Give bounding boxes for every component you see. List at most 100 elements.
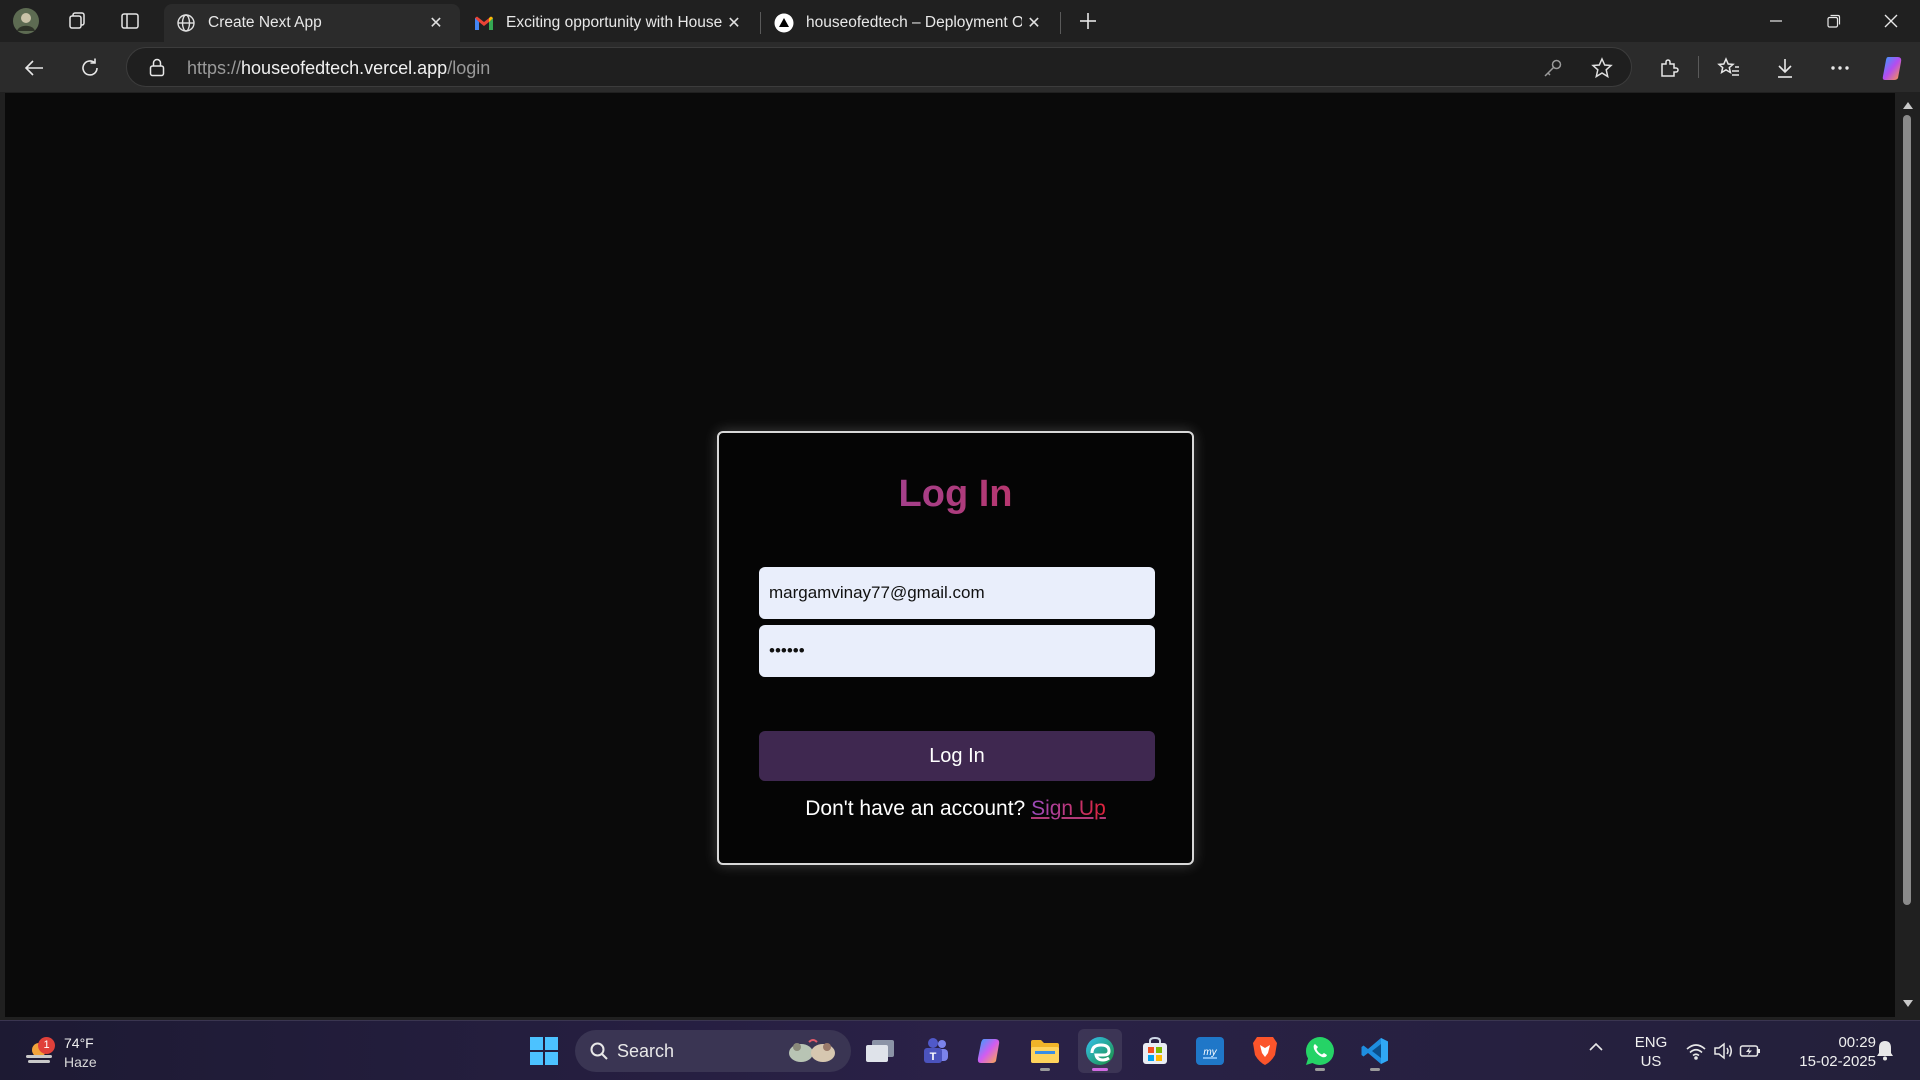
back-icon: [24, 60, 43, 76]
password-field[interactable]: [759, 625, 1155, 677]
restore-button[interactable]: [1805, 0, 1863, 42]
svg-text:T: T: [930, 1051, 937, 1063]
vertical-tabs-icon[interactable]: [113, 5, 147, 37]
running-indicator: [1040, 1068, 1050, 1071]
battery-charging-icon: [1739, 1045, 1760, 1057]
scroll-up-icon[interactable]: [1902, 101, 1914, 110]
search-label: Search: [617, 1040, 675, 1061]
volume-icon: [1714, 1042, 1732, 1060]
extensions-icon: [1661, 59, 1679, 77]
scroll-down-icon[interactable]: [1902, 999, 1914, 1008]
globe-icon: [177, 14, 195, 32]
teams-icon: T: [924, 1038, 948, 1063]
close-icon[interactable]: ✕: [424, 11, 448, 35]
login-title: Log In: [719, 473, 1192, 516]
weather-widget[interactable]: 1 74°F Haze: [20, 1031, 130, 1075]
signup-prompt: Don't have an account?: [805, 797, 1026, 820]
page-viewport: Log In Log In Don't have an account? Sig…: [5, 93, 1895, 1017]
scroll-thumb[interactable]: [1903, 115, 1911, 905]
copilot-icon: [1882, 57, 1902, 80]
favorite-star-icon[interactable]: [1591, 57, 1613, 79]
teams-button[interactable]: T: [913, 1029, 957, 1073]
toolbar-separator: [1698, 56, 1699, 78]
tab-title: Create Next App: [208, 14, 322, 31]
login-button[interactable]: Log In: [759, 731, 1155, 781]
signup-prompt-line: Don't have an account? Sign Up: [719, 797, 1192, 821]
clock-time: 00:29: [1838, 1034, 1876, 1051]
new-tab-icon[interactable]: [1071, 5, 1105, 37]
task-view-icon: [866, 1040, 894, 1062]
clock[interactable]: 00:29 15-02-2025: [1780, 1033, 1876, 1071]
tab-title: houseofedtech – Deployment Ov: [806, 14, 1022, 31]
taskbar-search[interactable]: Search: [575, 1030, 851, 1072]
gmail-icon: [475, 16, 493, 30]
copilot-button[interactable]: [1875, 50, 1911, 86]
more-button[interactable]: [1822, 50, 1858, 86]
myhp-button[interactable]: my: [1188, 1029, 1232, 1073]
running-indicator: [1370, 1068, 1380, 1071]
language-indicator[interactable]: ENG US: [1628, 1033, 1674, 1071]
language-region: US: [1640, 1053, 1662, 1070]
task-view-button[interactable]: [858, 1029, 902, 1073]
copilot-taskbar-button[interactable]: [968, 1029, 1012, 1073]
copilot-icon: [977, 1039, 1000, 1063]
edge-icon: [1086, 1037, 1114, 1065]
tab-separator: [760, 12, 761, 34]
email-field[interactable]: [759, 567, 1155, 619]
notification-bell-icon[interactable]: [1876, 1039, 1894, 1066]
whatsapp-button[interactable]: [1298, 1029, 1342, 1073]
close-icon[interactable]: ✕: [722, 11, 746, 35]
more-icon: [1831, 66, 1849, 70]
weather-condition: Haze: [64, 1054, 97, 1070]
myhp-icon: my: [1196, 1037, 1224, 1065]
tab-gmail[interactable]: Exciting opportunity with House c ✕: [462, 4, 758, 42]
minimize-button[interactable]: [1747, 0, 1805, 42]
back-button[interactable]: [16, 50, 52, 86]
url-path: /login: [447, 58, 491, 78]
windows-start-icon: [530, 1037, 558, 1065]
weather-badge: 1: [38, 1037, 55, 1054]
windows-taskbar: 1 74°F Haze Search T my ENG US 00:29 15-…: [0, 1020, 1920, 1080]
browser-title-bar: Create Next App ✕ Exciting opportunity w…: [0, 0, 1920, 42]
page-scrollbar[interactable]: [1896, 93, 1920, 1017]
tab-create-next-app[interactable]: Create Next App ✕: [164, 4, 460, 42]
edge-button[interactable]: [1078, 1029, 1122, 1073]
quick-settings[interactable]: [1685, 1037, 1761, 1065]
signup-link[interactable]: Sign Up: [1031, 797, 1106, 820]
address-bar[interactable]: https://houseofedtech.vercel.app/login: [126, 47, 1632, 87]
refresh-button[interactable]: [72, 50, 108, 86]
running-indicator: [1315, 1068, 1325, 1071]
tab-vercel[interactable]: houseofedtech – Deployment Ov ✕: [762, 4, 1058, 42]
vscode-button[interactable]: [1353, 1029, 1397, 1073]
key-icon[interactable]: [1543, 58, 1563, 78]
refresh-icon: [82, 58, 98, 76]
profile-avatar-icon[interactable]: [9, 5, 43, 37]
workspaces-icon[interactable]: [60, 5, 94, 37]
svg-text:my: my: [1203, 1047, 1217, 1058]
url-text[interactable]: https://houseofedtech.vercel.app/login: [187, 58, 490, 79]
downloads-button[interactable]: [1767, 50, 1803, 86]
favorites-icon: [1717, 57, 1739, 76]
start-button[interactable]: [522, 1029, 566, 1073]
downloads-icon: [1778, 59, 1792, 78]
clock-date: 15-02-2025: [1799, 1053, 1876, 1070]
lock-icon[interactable]: [149, 58, 165, 77]
url-protocol: https://: [187, 58, 242, 78]
close-window-button[interactable]: [1862, 0, 1920, 42]
search-highlight-icon: [789, 1039, 835, 1062]
url-host: houseofedtech.vercel.app: [241, 58, 448, 78]
whatsapp-icon: [1306, 1037, 1334, 1065]
store-icon: [1143, 1036, 1167, 1064]
extensions-button[interactable]: [1651, 50, 1687, 86]
close-icon[interactable]: ✕: [1022, 11, 1046, 35]
tab-separator: [1060, 12, 1061, 34]
file-explorer-button[interactable]: [1023, 1029, 1067, 1073]
tab-title: Exciting opportunity with House c: [506, 14, 722, 31]
store-button[interactable]: [1133, 1029, 1177, 1073]
search-icon: [590, 1042, 608, 1060]
show-hidden-icons-chevron-up-icon[interactable]: [1588, 1039, 1604, 1057]
brave-icon: [1253, 1037, 1277, 1065]
brave-button[interactable]: [1243, 1029, 1287, 1073]
vercel-icon: [774, 13, 794, 33]
favorites-button[interactable]: [1711, 50, 1747, 86]
